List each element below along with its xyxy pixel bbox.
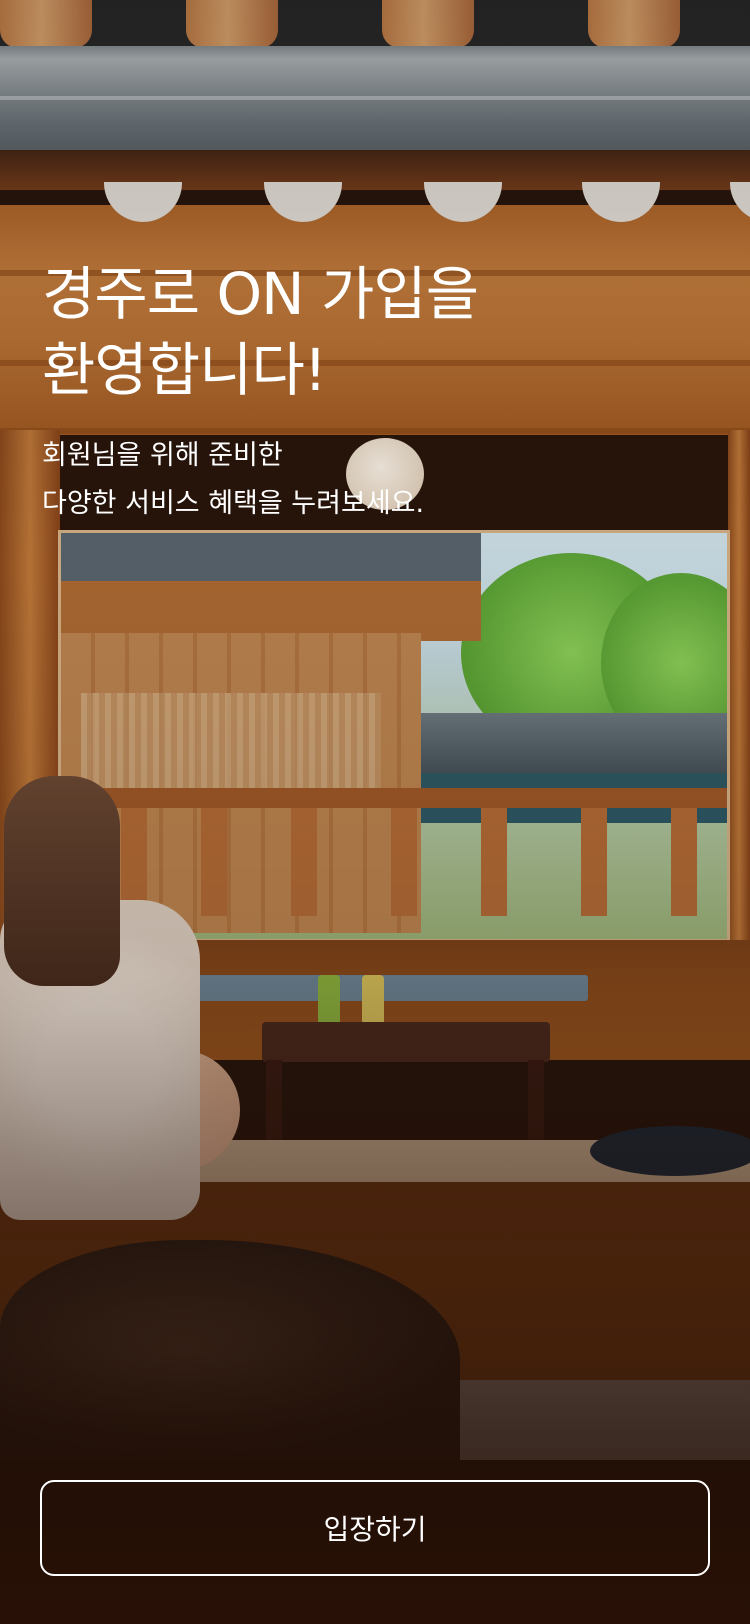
welcome-title: 경주로 ON 가입을 환영합니다! (42, 260, 479, 404)
background-photo (0, 0, 750, 1624)
welcome-subtitle: 회원님을 위해 준비한 다양한 서비스 혜택을 누려보세요. (42, 440, 425, 519)
enter-button[interactable]: 입장하기 (40, 1480, 710, 1576)
dark-overlay (0, 0, 750, 1624)
